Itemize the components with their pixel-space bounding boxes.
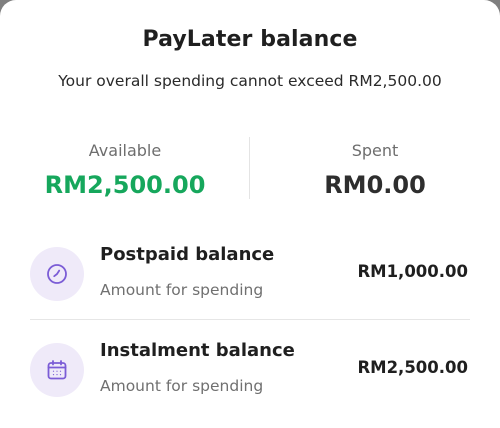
spent-amount: RM0.00 — [324, 171, 426, 199]
available-summary: Available RM2,500.00 — [0, 140, 250, 200]
instalment-balance-row: Instalment balance Amount for spending R… — [30, 328, 470, 408]
sheet-title: PayLater balance — [142, 27, 358, 52]
instalment-subtitle: Amount for spending — [100, 377, 264, 395]
available-amount: RM2,500.00 — [44, 171, 206, 199]
clock-icon — [47, 264, 67, 284]
available-label: Available — [88, 141, 162, 160]
postpaid-balance-row: Postpaid balance Amount for spending RM1… — [30, 232, 470, 312]
row-divider — [30, 319, 470, 320]
instalment-icon-badge — [30, 343, 84, 397]
postpaid-title: Postpaid balance — [100, 244, 275, 265]
spent-label: Spent — [351, 141, 399, 160]
calendar-icon — [47, 360, 67, 380]
paylater-balance-sheet: PayLater balance Your overall spending c… — [0, 0, 500, 428]
instalment-amount: RM2,500.00 — [357, 358, 468, 377]
postpaid-icon-badge — [30, 247, 84, 301]
instalment-title: Instalment balance — [100, 340, 295, 361]
postpaid-amount: RM1,000.00 — [357, 262, 468, 281]
spent-summary: Spent RM0.00 — [250, 140, 500, 200]
postpaid-subtitle: Amount for spending — [100, 281, 264, 299]
sheet-subtitle: Your overall spending cannot exceed RM2,… — [58, 72, 442, 90]
